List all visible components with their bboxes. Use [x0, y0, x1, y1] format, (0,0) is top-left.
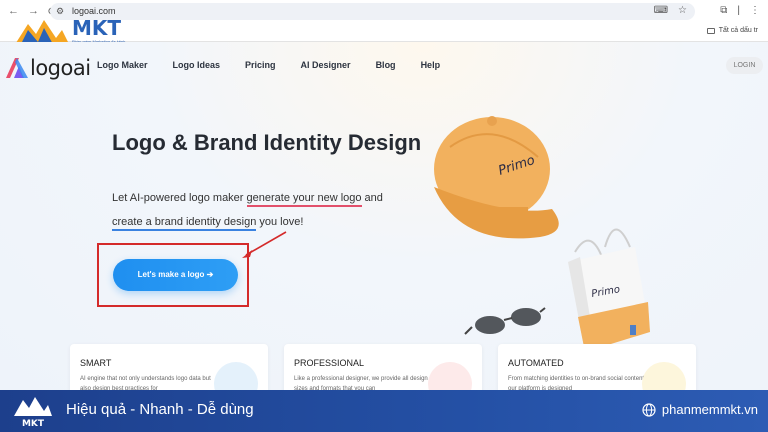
address-bar[interactable]: ⚙ logoai.com ⌨ ☆ [50, 3, 695, 20]
hero-desc-part2: and [361, 192, 383, 204]
browser-toolbar: ⧉ | ⋮ [720, 5, 760, 16]
banner-logo-word: MKT [22, 419, 45, 428]
card-title: SMART [80, 358, 112, 368]
bookmarks-folder[interactable]: Tất cả dấu tr [706, 27, 758, 34]
card-title: PROFESSIONAL [294, 358, 365, 368]
site-header: logoai Logo Maker Logo Ideas Pricing AI … [0, 42, 768, 90]
logoai-page: logoai Logo Maker Logo Ideas Pricing AI … [0, 42, 768, 404]
menu-ai-designer[interactable]: AI Designer [301, 60, 351, 70]
login-button[interactable]: LOGIN [726, 57, 763, 74]
menu-help[interactable]: Help [421, 60, 441, 70]
hero-product-art: Primo Primo [434, 116, 650, 352]
menu-logo-ideas[interactable]: Logo Ideas [173, 60, 221, 70]
mkt-banner: MKT Hiệu quả - Nhanh - Dễ dùng phanmemmk… [0, 390, 768, 432]
extensions-icon[interactable]: ⧉ [720, 5, 727, 16]
hero-highlight-generate: generate your new logo [246, 192, 362, 207]
menu-logo-maker[interactable]: Logo Maker [97, 60, 148, 70]
url-text[interactable]: logoai.com [72, 6, 116, 16]
logoai-mark-icon [6, 58, 28, 78]
hero-highlight-identity: create a brand identity design [112, 216, 257, 231]
card-title: AUTOMATED [508, 358, 564, 368]
banner-slogan: Hiệu quả - Nhanh - Dễ dùng [66, 401, 254, 418]
folder-icon [706, 27, 715, 34]
cap-image: Primo [434, 116, 559, 239]
annotation-arrow-icon [242, 231, 287, 258]
hero-desc-part3: you love! [256, 216, 304, 228]
translate-icon[interactable]: ⌨ [654, 5, 668, 16]
banner-site-text: phanmemmkt.vn [661, 402, 758, 417]
main-menu: Logo Maker Logo Ideas Pricing AI Designe… [97, 60, 465, 70]
sunglasses-image [464, 307, 546, 335]
hero-desc-part1: Let AI-powered logo maker [112, 192, 247, 204]
site-info-icon[interactable]: ⚙ [56, 6, 66, 16]
shopping-bag-image: Primo [568, 228, 650, 352]
address-actions: ⌨ ☆ [654, 5, 687, 16]
menu-pricing[interactable]: Pricing [245, 60, 276, 70]
globe-icon [642, 402, 656, 417]
bookmark-star-icon[interactable]: ☆ [678, 5, 687, 16]
mkt-wordmark: MKT [72, 16, 122, 40]
banner-site-link[interactable]: phanmemmkt.vn [642, 402, 758, 417]
mkt-banner-logo-icon: MKT [14, 397, 52, 428]
bookmarks-label: Tất cả dấu tr [718, 27, 758, 34]
menu-blog[interactable]: Blog [376, 60, 396, 70]
hero-description: Let AI-powered logo maker generate your … [112, 186, 412, 234]
hero-title: Logo & Brand Identity Design [112, 130, 422, 155]
make-logo-button[interactable]: Let's make a logo ➔ [113, 259, 238, 291]
divider-icon: | [737, 5, 740, 16]
menu-icon[interactable]: ⋮ [750, 5, 760, 16]
site-brand: logoai [30, 56, 91, 80]
site-logo[interactable]: logoai [6, 56, 91, 80]
